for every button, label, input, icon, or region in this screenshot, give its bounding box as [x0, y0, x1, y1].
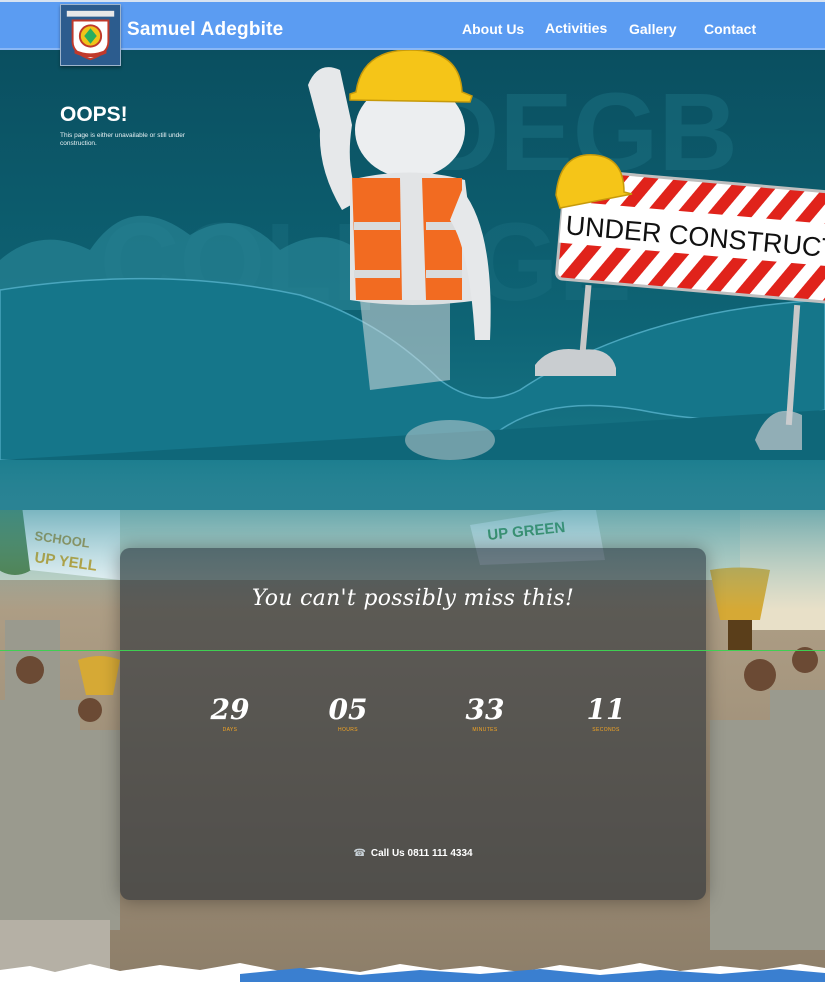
torn-paper-edge — [0, 963, 825, 982]
main-nav: About Us Activities Gallery Contact — [0, 19, 825, 39]
seconds-label: SECONDS — [592, 727, 620, 733]
phone-icon: ☎ — [353, 848, 366, 859]
minutes-value: 33 — [465, 693, 505, 726]
days-label: DAYS — [222, 727, 238, 733]
hours-label: HOURS — [337, 727, 359, 733]
oops-heading: OOPS! — [60, 103, 128, 126]
oops-message: This page is either unavailable or still… — [60, 132, 186, 147]
countdown-panel: You can't possibly miss this! 29 DAYS 05… — [120, 548, 706, 900]
nav-activities[interactable]: Activities — [545, 20, 607, 36]
hours-value: 05 — [328, 693, 368, 726]
call-us-text: Call Us 0811 111 4334 — [370, 848, 473, 859]
countdown-headline: You can't possibly miss this! — [251, 586, 575, 611]
top-navbar: Samuel Adegbite About Us Activities Gall… — [0, 0, 825, 66]
countdown-seconds: 11 SECONDS — [561, 693, 651, 734]
countdown-minutes: 33 MINUTES — [440, 693, 530, 734]
seconds-value: 11 — [586, 693, 626, 726]
under-construction-sign: UNDER CONSTRUCTI — [535, 154, 825, 450]
countdown-hours: 05 HOURS — [303, 693, 393, 734]
construction-worker-illustration — [308, 50, 495, 460]
nav-about-us[interactable]: About Us — [462, 21, 524, 37]
minutes-label: MINUTES — [472, 727, 498, 733]
divider-line — [0, 650, 825, 651]
days-value: 29 — [210, 693, 250, 726]
nav-contact[interactable]: Contact — [704, 21, 756, 37]
call-us-link[interactable]: ☎ Call Us 0811 111 4334 — [120, 848, 706, 859]
nav-gallery[interactable]: Gallery — [629, 21, 676, 37]
countdown-days: 29 DAYS — [185, 693, 275, 734]
